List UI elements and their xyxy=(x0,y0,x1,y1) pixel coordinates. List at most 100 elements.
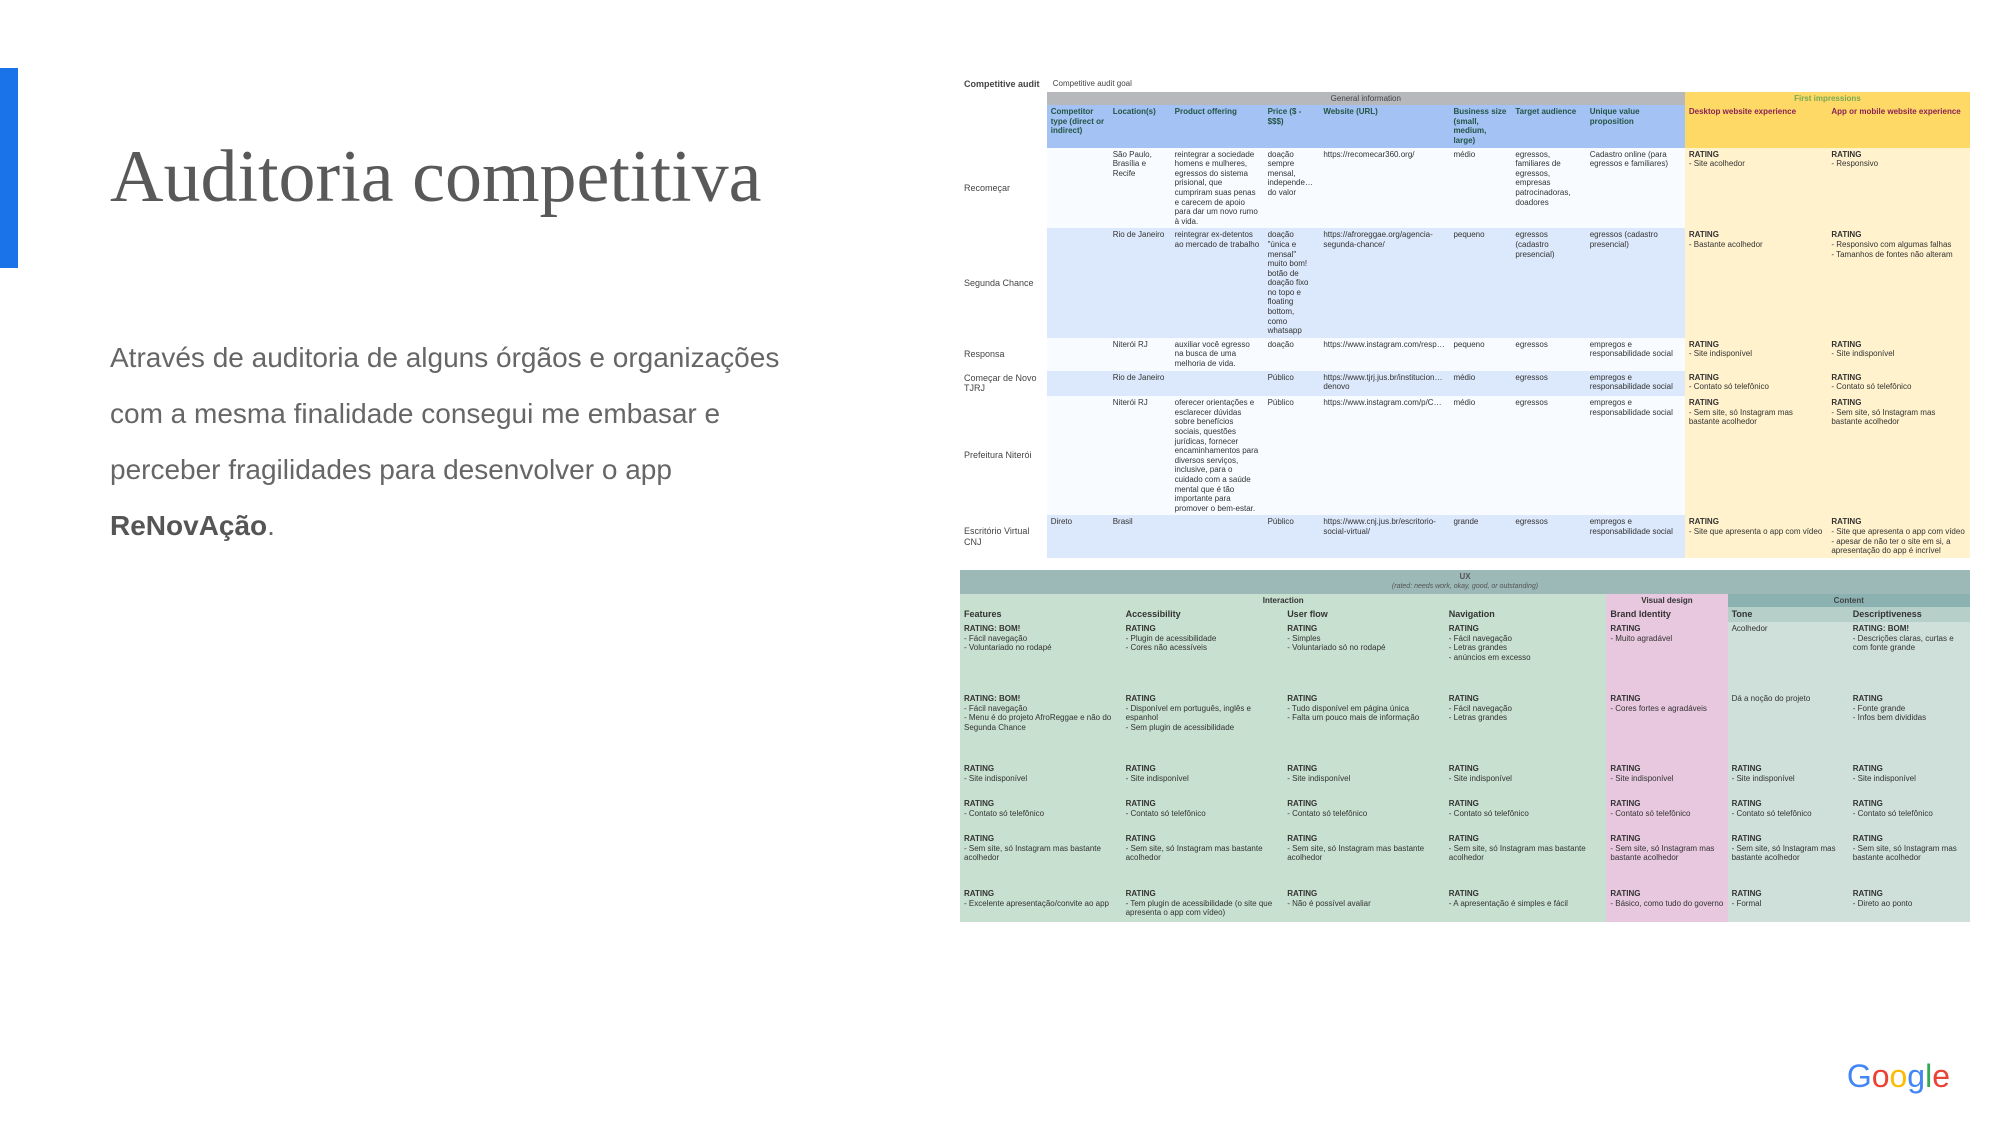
t2-cell: RATING- Contato só telefônico xyxy=(1445,797,1607,832)
t1-first-cell: RATING- Responsivo com algumas falhas - … xyxy=(1827,228,1970,338)
table-row: RATING: BOM!- Fácil navegação - Menu é d… xyxy=(960,692,1970,762)
t1-first-cell: RATING- Site indisponível xyxy=(1827,338,1970,371)
t1-col-header: Website (URL) xyxy=(1319,105,1449,147)
t1-cell: pequeno xyxy=(1449,228,1511,338)
t2-col-header: Descriptiveness xyxy=(1849,607,1970,622)
t1-section-general: General information xyxy=(1047,92,1685,106)
t1-competitor-name: Escritório Virtual CNJ xyxy=(960,515,1047,557)
t2-cell: RATING- Site indisponível xyxy=(1283,762,1445,797)
t1-first-cell: RATING- Sem site, só Instagram mas basta… xyxy=(1827,396,1970,515)
t1-cell: Rio de Janeiro xyxy=(1109,228,1171,338)
t2-cell: RATING- Sem site, só Instagram mas basta… xyxy=(1122,832,1284,887)
t2-col-header: User flow xyxy=(1283,607,1445,622)
t1-first-cell: RATING- Site acolhedor xyxy=(1685,148,1828,229)
t2-cell: Acolhedor xyxy=(1728,622,1849,692)
t2-section-row: Interaction Visual design Content xyxy=(960,594,1970,608)
t1-first-cell: RATING- Site que apresenta o app com víd… xyxy=(1685,515,1828,557)
t2-header-row: FeaturesAccessibilityUser flowNavigation… xyxy=(960,607,1970,622)
t2-cell: RATING- Sem site, só Instagram mas basta… xyxy=(1445,832,1607,887)
t2-cell: RATING: BOM!- Fácil navegação - Menu é d… xyxy=(960,692,1122,762)
t1-first-cell: RATING- Sem site, só Instagram mas basta… xyxy=(1685,396,1828,515)
t2-cell: RATING- Contato só telefônico xyxy=(1283,797,1445,832)
t2-col-header: Accessibility xyxy=(1122,607,1284,622)
t1-cell: Público xyxy=(1264,396,1320,515)
body-after: . xyxy=(267,510,275,541)
t2-cell: RATING- Direto ao ponto xyxy=(1849,887,1970,922)
t2-cell: RATING- Plugin de acessibilidade - Cores… xyxy=(1122,622,1284,692)
t1-cell: https://www.cnj.jus.br/escritorio-social… xyxy=(1319,515,1449,557)
t1-cell: egressos (cadastro presencial) xyxy=(1511,228,1585,338)
t1-cell: doação sempre mensal, independente do va… xyxy=(1264,148,1320,229)
t2-cell: RATING- Fácil navegação - Letras grandes xyxy=(1445,692,1607,762)
t2-cell: RATING- Sem site, só Instagram mas basta… xyxy=(1606,832,1727,887)
t1-cell xyxy=(1047,396,1109,515)
t2-section-interaction: Interaction xyxy=(960,594,1606,608)
t1-audit-label: Competitive audit xyxy=(960,76,1047,92)
t1-cell: egressos xyxy=(1511,515,1585,557)
t2-cell: RATING- Contato só telefônico xyxy=(1849,797,1970,832)
table-row: RATING- Sem site, só Instagram mas basta… xyxy=(960,832,1970,887)
t1-first-cell: RATING- Contato só telefônico xyxy=(1685,371,1828,397)
right-column: Competitive audit Competitive audit goal… xyxy=(960,76,1970,922)
t1-competitor-name: Segunda Chance xyxy=(960,228,1047,338)
t2-cell: RATING- Sem site, só Instagram mas basta… xyxy=(960,832,1122,887)
t2-cell: RATING- Site indisponível xyxy=(1849,762,1970,797)
table-row: ResponsaNiterói RJauxiliar você egresso … xyxy=(960,338,1970,371)
left-column: Auditoria competitiva Através de auditor… xyxy=(110,135,830,554)
t2-cell: RATING- Excelente apresentação/convite a… xyxy=(960,887,1122,922)
t2-col-header: Tone xyxy=(1728,607,1849,622)
t1-cell: reintegrar a sociedade homens e mulheres… xyxy=(1171,148,1264,229)
t1-cell: empregos e responsabilidade social xyxy=(1586,371,1685,397)
t1-cell: https://www.instagram.com/responsaproj/ xyxy=(1319,338,1449,371)
t1-col-header: Business size (small, medium, large) xyxy=(1449,105,1511,147)
body-before: Através de auditoria de alguns órgãos e … xyxy=(110,342,779,485)
t2-cell: RATING- A apresentação é simples e fácil xyxy=(1445,887,1607,922)
t1-first-cell: RATING- Contato só telefônico xyxy=(1827,371,1970,397)
t2-cell: RATING- Muito agradável xyxy=(1606,622,1727,692)
t1-cell: Público xyxy=(1264,371,1320,397)
t2-cell: RATING- Não é possível avaliar xyxy=(1283,887,1445,922)
t2-section-visual: Visual design xyxy=(1606,594,1727,608)
t1-cell: empregos e responsabilidade social xyxy=(1586,396,1685,515)
t2-cell: RATING- Site indisponível xyxy=(1445,762,1607,797)
table-row: Escritório Virtual CNJDiretoBrasilPúblic… xyxy=(960,515,1970,557)
table-row: Começar de Novo TJRJRio de JaneiroPúblic… xyxy=(960,371,1970,397)
t1-col-header: Target audience xyxy=(1511,105,1585,147)
t1-cell: oferecer orientações e esclarecer dúvida… xyxy=(1171,396,1264,515)
table-row: RATING: BOM!- Fácil navegação - Voluntar… xyxy=(960,622,1970,692)
t1-cell: auxiliar você egresso na busca de uma me… xyxy=(1171,338,1264,371)
t2-cell: RATING- Site indisponível xyxy=(960,762,1122,797)
t1-cell: Brasil xyxy=(1109,515,1171,557)
t1-cell: reintegrar ex-detentos ao mercado de tra… xyxy=(1171,228,1264,338)
t1-cell: Niterói RJ xyxy=(1109,338,1171,371)
t1-first-cell: RATING- Bastante acolhedor xyxy=(1685,228,1828,338)
t1-cell: médio xyxy=(1449,148,1511,229)
t1-cell: empregos e responsabilidade social xyxy=(1586,515,1685,557)
t1-col-header-first: Desktop website experience xyxy=(1685,105,1828,147)
t1-cell: https://afroreggae.org/agencia-segunda-c… xyxy=(1319,228,1449,338)
t1-cell: https://www.instagram.com/p/C87Yz6LRSBB/ xyxy=(1319,396,1449,515)
t2-cell: RATING- Site indisponível xyxy=(1122,762,1284,797)
body-strong: ReNovAção xyxy=(110,510,267,541)
t2-cell: RATING- Tem plugin de acessibilidade (o … xyxy=(1122,887,1284,922)
t1-cell: Direto xyxy=(1047,515,1109,557)
t1-col-header: Location(s) xyxy=(1109,105,1171,147)
t1-first-cell: RATING- Responsivo xyxy=(1827,148,1970,229)
t1-goal-label: Competitive audit goal xyxy=(1047,76,1970,92)
t1-cell: egressos xyxy=(1511,338,1585,371)
t2-ux-sub: (rated: needs work, okay, good, or outst… xyxy=(1392,583,1538,590)
t2-cell: RATING- Disponível em português, inglês … xyxy=(1122,692,1284,762)
t2-col-header: Navigation xyxy=(1445,607,1607,622)
t1-competitor-name: Prefeitura Niterói xyxy=(960,396,1047,515)
t1-col-header: Competitor type (direct or indirect) xyxy=(1047,105,1109,147)
table-row: RATING- Site indisponívelRATING- Site in… xyxy=(960,762,1970,797)
t2-cell: RATING- Contato só telefônico xyxy=(1728,797,1849,832)
t2-cell: RATING- Contato só telefônico xyxy=(960,797,1122,832)
t1-cell: São Paulo, Brasília e Recife xyxy=(1109,148,1171,229)
t1-col-header: Unique value proposition xyxy=(1586,105,1685,147)
google-logo: Google xyxy=(1847,1058,1950,1095)
t2-cell: RATING- Site indisponível xyxy=(1728,762,1849,797)
t1-cell: doação "única e mensal" muito bom! botão… xyxy=(1264,228,1320,338)
t2-cell: RATING- Simples - Voluntariado só no rod… xyxy=(1283,622,1445,692)
t1-cell: pequeno xyxy=(1449,338,1511,371)
